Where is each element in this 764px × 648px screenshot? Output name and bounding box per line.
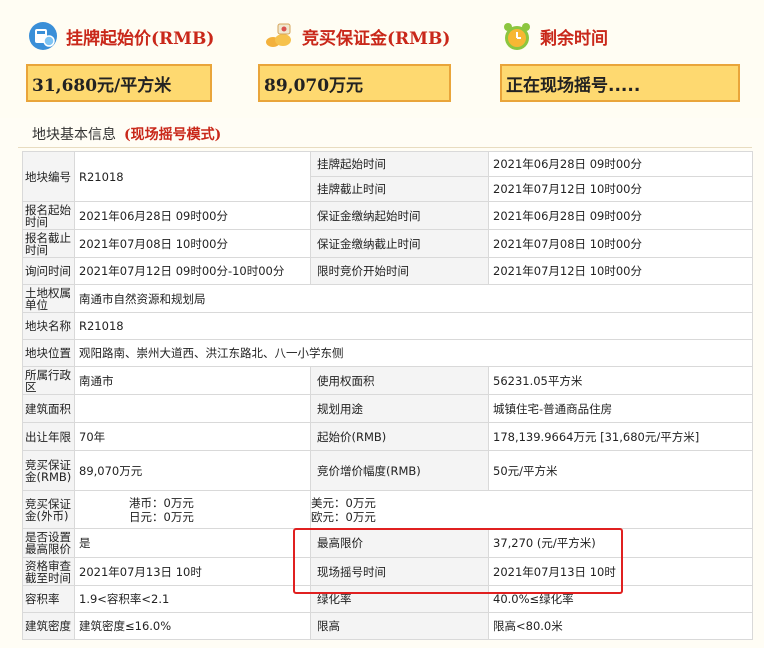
start-price-label: 起始价(RMB): [310, 422, 489, 451]
remaining-title: 剩余时间: [540, 28, 608, 49]
cap-value: 是: [74, 528, 311, 558]
density-value: 建筑密度≤16.0%: [74, 612, 311, 640]
usd-value: 美元：0万元: [311, 495, 376, 510]
parcel-name-value: R21018: [74, 312, 753, 340]
auction-mode: (现场摇号模式): [124, 127, 222, 143]
plan-use-value: 城镇住宅-普通商品住房: [488, 394, 753, 423]
reg-end-label: 报名截止时间: [22, 229, 75, 258]
alarm-clock-icon: [500, 19, 534, 53]
deposit-detail: 89,070万元: [74, 450, 311, 491]
parcel-name-label: 地块名称: [22, 312, 75, 340]
increment-value: 50元/平方米: [488, 450, 753, 491]
inquiry-label: 询问时间: [22, 257, 75, 285]
owner-value: 南通市自然资源和规划局: [74, 284, 753, 313]
start-price-title: 挂牌起始价(RMB): [66, 28, 215, 49]
location-label: 地块位置: [22, 339, 75, 367]
hkd-value: 港币：0万元: [129, 495, 194, 510]
calculator-icon: [26, 19, 60, 53]
parcel-no-label: 地块编号: [22, 151, 75, 202]
start-price-value: 31,680元/平方米: [26, 64, 212, 102]
start-price-detail: 178,139.9664万元 [31,680元/平方米]: [488, 422, 753, 451]
inquiry-value: 2021年07月12日 09时00分-10时00分: [74, 257, 311, 285]
reg-start-value: 2021年06月28日 09时00分: [74, 201, 311, 230]
term-label: 出让年限: [22, 422, 75, 451]
remaining-value: 正在现场摇号.....: [500, 64, 740, 102]
deposit-value: 89,070万元: [258, 64, 451, 102]
start-price-block: 挂牌起始价(RMB): [26, 14, 214, 58]
build-area-value: [74, 394, 311, 423]
list-start-label: 挂牌起始时间: [310, 151, 489, 177]
deposit-hkd-jpy: 港币：0万元 日元：0万元: [74, 490, 311, 529]
dep-end-label: 保证金缴纳截止时间: [310, 229, 489, 258]
dep-end-value: 2021年07月08日 10时00分: [488, 229, 753, 258]
district-value: 南通市: [74, 366, 311, 395]
qual-label: 资格审查截至时间: [22, 557, 75, 586]
owner-label: 土地权属单位: [22, 284, 75, 313]
list-end-label: 挂牌截止时间: [310, 176, 489, 202]
bid-start-label: 限时竞价开始时间: [310, 257, 489, 285]
qual-value: 2021年07月13日 10时: [74, 557, 311, 586]
list-end-value: 2021年07月12日 10时00分: [488, 176, 753, 202]
deposit-label: 竞买保证金(RMB): [22, 450, 75, 491]
jpy-value: 日元：0万元: [129, 509, 194, 524]
cap-label: 是否设置最高限价: [22, 528, 75, 558]
far-label: 容积率: [22, 585, 75, 613]
divider: [18, 147, 752, 148]
bid-start-value: 2021年07月12日 10时00分: [488, 257, 753, 285]
section-title-text: 地块基本信息: [32, 127, 116, 143]
district-label: 所属行政区: [22, 366, 75, 395]
coins-icon: [262, 19, 296, 53]
height-value: 限高<80.0米: [488, 612, 753, 640]
dep-start-label: 保证金缴纳起始时间: [310, 201, 489, 230]
list-start-value: 2021年06月28日 09时00分: [488, 151, 753, 177]
plan-use-label: 规划用途: [310, 394, 489, 423]
density-label: 建筑密度: [22, 612, 75, 640]
far-value: 1.9<容积率<2.1: [74, 585, 311, 613]
build-area-label: 建筑面积: [22, 394, 75, 423]
deposit-foreign-label: 竞买保证金(外币): [22, 490, 75, 529]
increment-label: 竞价增价幅度(RMB): [310, 450, 489, 491]
reg-end-value: 2021年07月08日 10时00分: [74, 229, 311, 258]
highlight-box: [293, 528, 623, 594]
location-value: 观阳路南、崇州大道西、洪江东路北、八一小学东侧: [74, 339, 753, 367]
eur-value: 欧元：0万元: [311, 509, 376, 524]
summary-header: 挂牌起始价(RMB) 31,680元/平方米 竞买保证金(RMB) 89,070…: [0, 0, 764, 118]
dep-start-value: 2021年06月28日 09时00分: [488, 201, 753, 230]
use-area-label: 使用权面积: [310, 366, 489, 395]
parcel-no-value: R21018: [74, 151, 311, 202]
deposit-block: 竞买保证金(RMB): [262, 14, 450, 58]
deposit-usd-eur: 美元：0万元 欧元：0万元: [310, 490, 753, 529]
term-value: 70年: [74, 422, 311, 451]
remaining-block: 剩余时间: [500, 14, 608, 58]
section-title: 地块基本信息 (现场摇号模式): [32, 124, 221, 144]
use-area-value: 56231.05平方米: [488, 366, 753, 395]
reg-start-label: 报名起始时间: [22, 201, 75, 230]
deposit-title: 竞买保证金(RMB): [302, 28, 451, 49]
height-label: 限高: [310, 612, 489, 640]
